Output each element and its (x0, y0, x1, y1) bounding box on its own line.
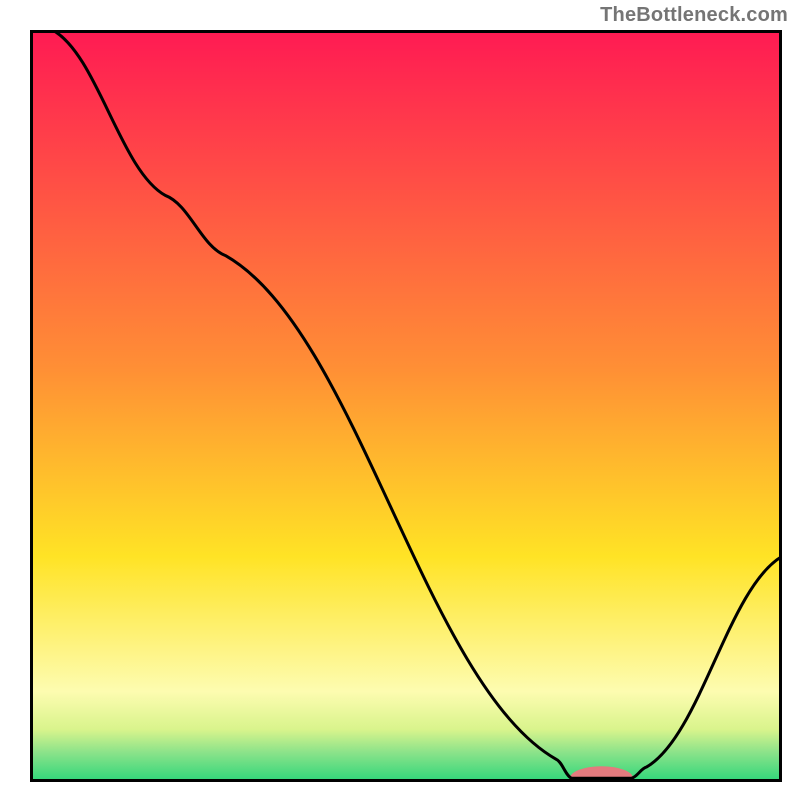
chart-svg (30, 30, 782, 782)
bottleneck-chart (30, 30, 782, 782)
chart-background-gradient (30, 30, 782, 782)
attribution-text: TheBottleneck.com (600, 4, 788, 27)
